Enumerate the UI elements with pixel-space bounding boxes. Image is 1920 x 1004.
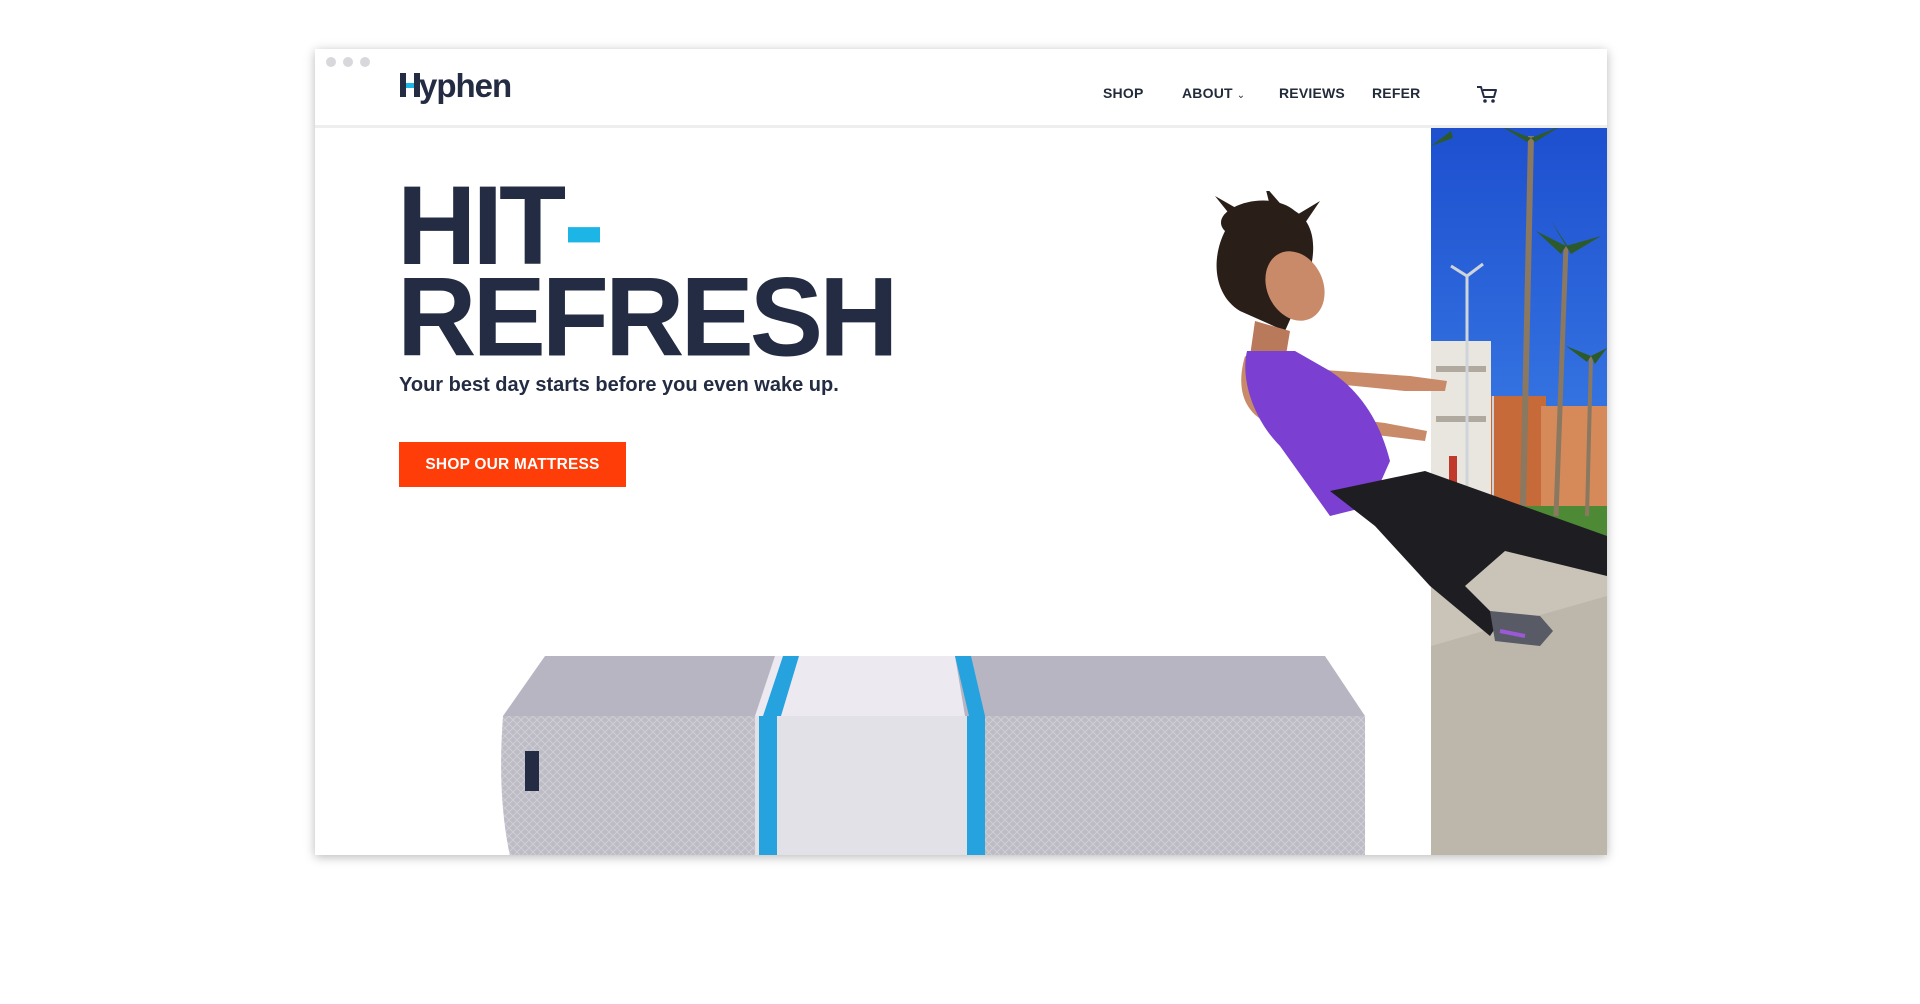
- browser-window: yphen SHOP ABOUT ⌄ REVIEWS REFER HIT REF…: [315, 49, 1607, 855]
- site-header: yphen SHOP ABOUT ⌄ REVIEWS REFER: [315, 49, 1607, 128]
- window-controls: [326, 57, 370, 67]
- jumping-woman-image: [1145, 186, 1607, 661]
- hyphen-accent-mark: [568, 227, 601, 243]
- hero-headline: HIT REFRESH: [397, 169, 899, 381]
- nav-shop[interactable]: SHOP: [1103, 85, 1143, 101]
- hero-headline-line2: REFRESH: [397, 254, 899, 381]
- window-dot-close[interactable]: [326, 57, 336, 67]
- window-dot-minimize[interactable]: [343, 57, 353, 67]
- nav-refer[interactable]: REFER: [1372, 85, 1420, 101]
- svg-text:yphen: yphen: [419, 69, 511, 104]
- cart-icon: [1477, 86, 1497, 103]
- hero-subheadline: Your best day starts before you even wak…: [399, 374, 839, 396]
- nav-about-label: ABOUT: [1182, 85, 1233, 101]
- shop-mattress-button[interactable]: SHOP OUR MATTRESS: [399, 442, 626, 487]
- mattress-image: [485, 656, 1385, 855]
- hero-section: HIT REFRESH Your best day starts before …: [315, 126, 1607, 855]
- window-dot-maximize[interactable]: [360, 57, 370, 67]
- brand-logo-mark: yphen: [400, 69, 512, 104]
- chevron-down-icon: ⌄: [1236, 90, 1246, 101]
- nav-reviews[interactable]: REVIEWS: [1279, 85, 1345, 101]
- brand-logo[interactable]: yphen: [399, 69, 559, 107]
- cart-button[interactable]: [1475, 83, 1499, 105]
- nav-about[interactable]: ABOUT ⌄: [1182, 85, 1245, 101]
